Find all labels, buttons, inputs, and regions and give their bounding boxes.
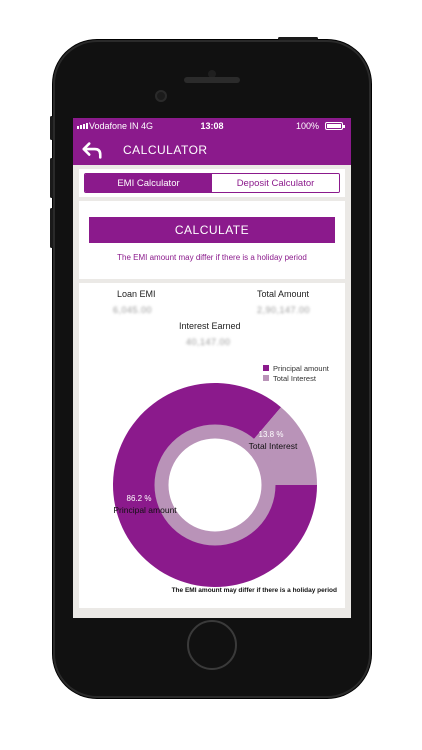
tab-emi-calculator[interactable]: EMI Calculator — [85, 174, 212, 192]
loan-emi-value: 6,045.00 — [113, 305, 153, 315]
volume-up-button — [50, 158, 53, 198]
donut-hole — [172, 442, 258, 528]
sensor-icon — [155, 90, 167, 102]
slice-percent-label: 86.2 % — [127, 494, 152, 503]
app-screen: Vodafone IN 4G 13:08 100% CALCULATOR EMI… — [73, 118, 351, 618]
total-amount-value: 2,90,147.00 — [257, 305, 311, 315]
result-card: Loan EMI 6,045.00 Total Amount 2,90,147.… — [79, 283, 345, 608]
page-title: CALCULATOR — [123, 143, 208, 157]
battery-icon — [325, 122, 345, 130]
calculator-tabs: EMI Calculator Deposit Calculator — [84, 173, 340, 193]
footer-note: The EMI amount may differ if there is a … — [171, 587, 337, 594]
status-bar: Vodafone IN 4G 13:08 100% — [73, 118, 351, 135]
tab-deposit-calculator[interactable]: Deposit Calculator — [212, 174, 339, 192]
emi-note: The EMI amount may differ if there is a … — [117, 253, 307, 262]
emi-donut-chart: 86.2 % Principal amount 13.8 % Total Intere… — [113, 383, 317, 587]
slice-name-label: Principal amount — [113, 505, 177, 515]
interest-earned-label: Interest Earned — [179, 321, 241, 331]
back-arrow-icon[interactable] — [81, 139, 103, 161]
battery-percent: 100% — [295, 121, 319, 131]
mute-switch — [50, 116, 53, 140]
slice-name-label: Total Interest — [249, 441, 298, 451]
interest-earned-value: 40,147.00 — [186, 337, 231, 347]
legend-label-principal: Principal amount — [273, 363, 329, 373]
legend-item-principal: Principal amount — [263, 363, 329, 373]
chart-legend: Principal amount Total Interest — [263, 363, 329, 383]
calculate-button[interactable]: CALCULATE — [89, 217, 335, 243]
earpiece-speaker — [184, 77, 240, 83]
tabs-card: EMI Calculator Deposit Calculator — [79, 169, 345, 197]
loan-emi-label: Loan EMI — [117, 289, 156, 299]
calculate-card: CALCULATE The EMI amount may differ if t… — [79, 201, 345, 279]
legend-swatch-principal — [263, 365, 269, 371]
slice-percent-label: 13.8 % — [259, 430, 284, 439]
home-button[interactable] — [187, 620, 237, 670]
app-bar: CALCULATOR — [73, 135, 351, 165]
volume-down-button — [50, 208, 53, 248]
phone-frame: Vodafone IN 4G 13:08 100% CALCULATOR EMI… — [50, 37, 371, 698]
total-amount-label: Total Amount — [257, 289, 310, 299]
power-button — [278, 37, 318, 40]
